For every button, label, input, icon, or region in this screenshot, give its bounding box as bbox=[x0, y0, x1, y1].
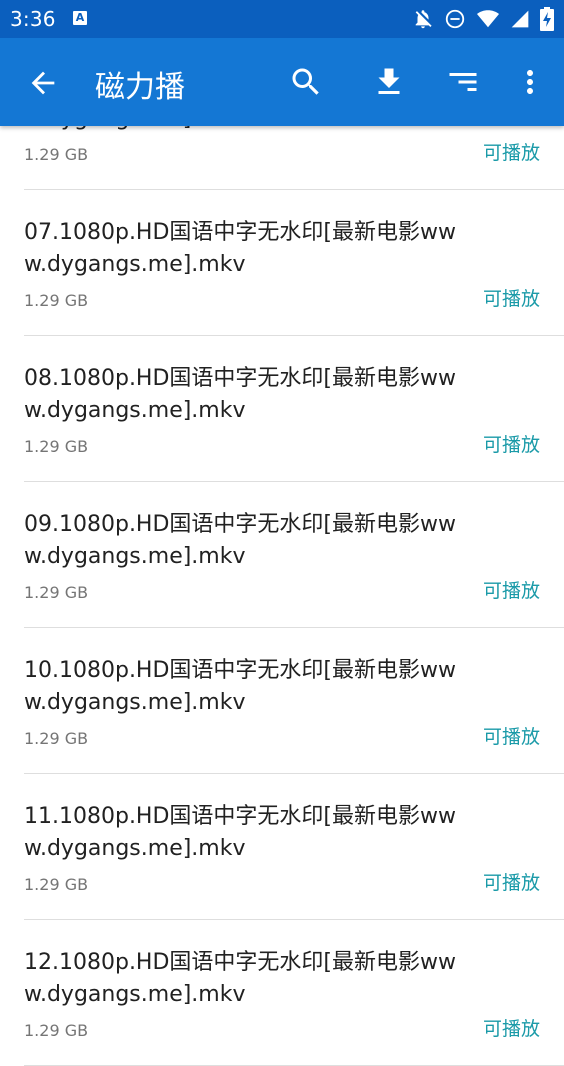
status-time: 3:36 bbox=[10, 7, 56, 31]
more-vert-icon[interactable] bbox=[512, 64, 548, 100]
file-name: 10.1080p.HD国语中字无水印[最新电影www.dygangs.me].m… bbox=[24, 658, 456, 715]
signal-icon bbox=[510, 8, 530, 30]
a-notification-icon: A bbox=[73, 11, 87, 25]
app-title: 磁力播 bbox=[95, 70, 185, 105]
file-size: 1.29 GB bbox=[24, 875, 89, 894]
playable-button[interactable]: 可播放 bbox=[483, 722, 540, 749]
file-name: 07.1080p.HD国语中字无水印[最新电影www.dygangs.me].m… bbox=[24, 220, 456, 277]
file-size: 1.29 GB bbox=[24, 437, 89, 456]
playable-button[interactable]: 可播放 bbox=[483, 138, 540, 165]
do-not-disturb-icon bbox=[444, 8, 466, 30]
back-arrow-icon[interactable] bbox=[26, 66, 60, 100]
file-size: 1.29 GB bbox=[24, 583, 89, 602]
file-name: 09.1080p.HD国语中字无水印[最新电影www.dygangs.me].m… bbox=[24, 512, 456, 569]
file-list-item[interactable]: 12.1080p.HD国语中字无水印[最新电影www.dygangs.me].m… bbox=[24, 920, 564, 1066]
wifi-icon bbox=[476, 8, 500, 30]
bell-off-icon bbox=[412, 8, 434, 30]
file-size: 1.29 GB bbox=[24, 291, 89, 310]
search-icon[interactable] bbox=[288, 64, 324, 100]
download-icon[interactable] bbox=[371, 64, 407, 100]
file-name: 11.1080p.HD国语中字无水印[最新电影www.dygangs.me].m… bbox=[24, 804, 456, 861]
file-list-item[interactable]: 07.1080p.HD国语中字无水印[最新电影www.dygangs.me].m… bbox=[24, 190, 564, 336]
playable-button[interactable]: 可播放 bbox=[483, 430, 540, 457]
sort-icon[interactable] bbox=[445, 64, 481, 100]
playable-button[interactable]: 可播放 bbox=[483, 868, 540, 895]
file-list: 06.1080p.HD国语中字无水印[最新电影www.dygangs.me].m… bbox=[0, 44, 564, 1066]
file-list-item[interactable]: 10.1080p.HD国语中字无水印[最新电影www.dygangs.me].m… bbox=[24, 628, 564, 774]
playable-button[interactable]: 可播放 bbox=[483, 1014, 540, 1041]
file-size: 1.29 GB bbox=[24, 729, 89, 748]
battery-charging-icon bbox=[540, 7, 554, 31]
file-list-item[interactable]: 08.1080p.HD国语中字无水印[最新电影www.dygangs.me].m… bbox=[24, 336, 564, 482]
file-name: 12.1080p.HD国语中字无水印[最新电影www.dygangs.me].m… bbox=[24, 950, 456, 1007]
file-size: 1.29 GB bbox=[24, 1021, 89, 1040]
file-size: 1.29 GB bbox=[24, 145, 89, 164]
status-icons bbox=[412, 7, 554, 31]
file-list-item[interactable]: 11.1080p.HD国语中字无水印[最新电影www.dygangs.me].m… bbox=[24, 774, 564, 920]
app-bar: 磁力播 bbox=[0, 38, 564, 126]
playable-button[interactable]: 可播放 bbox=[483, 576, 540, 603]
file-name: 08.1080p.HD国语中字无水印[最新电影www.dygangs.me].m… bbox=[24, 366, 456, 423]
file-list-item[interactable]: 09.1080p.HD国语中字无水印[最新电影www.dygangs.me].m… bbox=[24, 482, 564, 628]
playable-button[interactable]: 可播放 bbox=[483, 284, 540, 311]
status-bar: 3:36 A bbox=[0, 0, 564, 38]
